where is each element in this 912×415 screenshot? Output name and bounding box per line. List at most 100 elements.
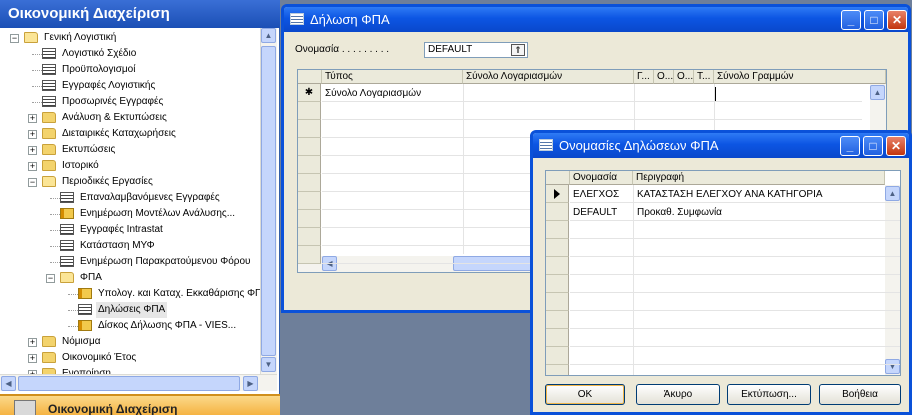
scroll-thumb[interactable]	[261, 46, 276, 356]
name-field[interactable]: DEFAULT ⇑	[424, 42, 528, 58]
row-selector[interactable]	[298, 192, 321, 210]
expand-icon[interactable]: +	[28, 146, 37, 155]
tree-item[interactable]: Λογιστικό Σχέδιο	[0, 46, 260, 62]
tree-item[interactable]: + Διεταιρικές Καταχωρήσεις	[0, 126, 260, 142]
row-selector[interactable]	[546, 257, 569, 275]
row-selector[interactable]	[546, 293, 569, 311]
scroll-up-arrow-icon[interactable]: ▲	[885, 186, 900, 201]
scroll-down-arrow-icon[interactable]: ▼	[885, 359, 900, 374]
column-header-o2[interactable]: Ο...	[674, 70, 694, 84]
tree-vertical-scrollbar[interactable]: ▲ ▼	[260, 28, 277, 374]
cancel-button[interactable]: Άκυρο	[636, 384, 720, 405]
row-selector[interactable]	[546, 329, 569, 347]
row-selector[interactable]	[546, 347, 569, 365]
column-header-name[interactable]: Ονομασία	[570, 171, 633, 185]
tree-item[interactable]: + Οικονομικό Έτος	[0, 350, 260, 366]
row-selector[interactable]	[298, 228, 321, 246]
expand-icon[interactable]: +	[28, 130, 37, 139]
lookup-arrow-icon[interactable]: ⇑	[511, 44, 525, 56]
tree-item[interactable]: Ενημέρωση Μοντέλων Ανάλυσης...	[0, 206, 260, 222]
tree-item[interactable]: Ενημέρωση Παρακρατούμενου Φόρου	[0, 254, 260, 270]
tree-item-label: ΦΠΑ	[80, 272, 102, 283]
row-selector[interactable]	[298, 120, 321, 138]
tree-item[interactable]: + Ενοποίηση	[0, 366, 260, 374]
tree-item[interactable]: Δίσκος Δήλωσης ΦΠΑ - VIES...	[0, 318, 260, 334]
minimize-icon[interactable]: _	[840, 136, 860, 156]
menu-tree[interactable]: − Γενική Λογιστική Λογιστικό Σχέδιο Προϋπολ…	[0, 28, 260, 374]
column-header-type[interactable]: Τύπος	[322, 70, 463, 84]
column-header-account-totaling[interactable]: Σύνολο Λογαριασμών	[463, 70, 634, 84]
scroll-up-arrow-icon[interactable]: ▲	[870, 85, 885, 100]
tree-item[interactable]: Επαναλαμβανόμενες Εγγραφές	[0, 190, 260, 206]
tree-item[interactable]: Προϋπολογισμοί	[0, 62, 260, 78]
tree-item[interactable]: Εγγραφές Λογιστικής	[0, 78, 260, 94]
row-selector[interactable]	[546, 221, 569, 239]
tree-item-label: Εγγραφές Λογιστικής	[62, 80, 156, 91]
close-icon[interactable]: ✕	[886, 136, 906, 156]
expand-icon[interactable]: +	[28, 162, 37, 171]
expand-icon[interactable]: +	[28, 338, 37, 347]
column-header-description[interactable]: Περιγραφή	[633, 171, 885, 185]
tree-item-label: Εγγραφές Intrastat	[80, 224, 163, 235]
tree-item[interactable]: + Ιστορικό	[0, 158, 260, 174]
tree-item[interactable]: + Ανάλυση & Εκτυπώσεις	[0, 110, 260, 126]
tree-item[interactable]: Δηλώσεις ΦΠΑ	[0, 302, 260, 318]
row-selector[interactable]	[546, 365, 569, 375]
navigation-pane-footer-button[interactable]: Οικονομική Διαχείριση	[0, 394, 280, 415]
minimize-icon[interactable]: _	[841, 10, 861, 30]
tree-item[interactable]: Εγγραφές Intrastat	[0, 222, 260, 238]
tree-item[interactable]: + Νόμισμα	[0, 334, 260, 350]
close-icon[interactable]: ✕	[887, 10, 907, 30]
maximize-icon[interactable]: □	[864, 10, 884, 30]
column-header-g[interactable]: Γ...	[634, 70, 654, 84]
row-selector[interactable]	[298, 138, 321, 156]
row-selector[interactable]	[546, 239, 569, 257]
help-button[interactable]: Βοήθεια	[819, 384, 901, 405]
row-selector[interactable]	[298, 102, 321, 120]
tree-item[interactable]: Υπολογ. και Καταχ. Εκκαθάρισης ΦΠΑ	[0, 286, 260, 302]
tree-item[interactable]: − Γενική Λογιστική	[0, 30, 260, 46]
row-selector[interactable]	[546, 311, 569, 329]
tree-item[interactable]: Προσωρινές Εγγραφές	[0, 94, 260, 110]
print-button[interactable]: Εκτύπωση...	[727, 384, 811, 405]
tree-item[interactable]: Κατάσταση ΜΥΦ	[0, 238, 260, 254]
grid-line	[570, 202, 900, 203]
vat-names-grid[interactable]: Ονομασία Περιγραφή ΕΛΕΓΧΟΣ ΚΑΤΑΣΤΑΣΗ ΕΛΕ…	[545, 170, 901, 376]
tree-guide-line	[32, 54, 42, 55]
maximize-icon[interactable]: □	[863, 136, 883, 156]
expand-icon[interactable]: +	[28, 114, 37, 123]
expand-icon[interactable]: +	[28, 354, 37, 363]
row-selector[interactable]	[298, 174, 321, 192]
tree-item-label: Ιστορικό	[62, 160, 99, 171]
ok-button[interactable]: OK	[545, 384, 625, 405]
tree-guide-line	[32, 102, 42, 103]
row-selector[interactable]	[298, 246, 321, 264]
row-selector[interactable]	[546, 203, 569, 221]
tree-guide-line	[32, 86, 42, 87]
scroll-up-arrow-icon[interactable]: ▲	[261, 28, 276, 43]
list-form-icon	[42, 64, 56, 75]
tree-item[interactable]: + Εκτυπώσεις	[0, 142, 260, 158]
collapse-icon[interactable]: −	[28, 178, 37, 187]
scroll-thumb[interactable]	[18, 376, 240, 391]
scroll-down-arrow-icon[interactable]: ▼	[261, 357, 276, 372]
row-selector[interactable]	[546, 185, 569, 203]
tree-item[interactable]: − ΦΠΑ	[0, 270, 260, 286]
row-selector[interactable]: ✱	[298, 84, 321, 102]
row-selector[interactable]	[546, 275, 569, 293]
vat-statement-titlebar[interactable]: Δήλωση ΦΠΑ _ □ ✕	[284, 7, 908, 32]
collapse-icon[interactable]: −	[10, 34, 19, 43]
column-header-o1[interactable]: Ο...	[654, 70, 674, 84]
tree-item[interactable]: − Περιοδικές Εργασίες	[0, 174, 260, 190]
collapse-icon[interactable]: −	[46, 274, 55, 283]
row-selector[interactable]	[298, 210, 321, 228]
scroll-left-arrow-icon[interactable]: ◀	[1, 376, 16, 391]
column-header-row-totaling[interactable]: Σύνολο Γραμμών	[714, 70, 886, 84]
tree-horizontal-scrollbar[interactable]: ◀ ▶	[0, 374, 277, 391]
column-header-t[interactable]: Τ...	[694, 70, 714, 84]
cell-row-totaling[interactable]	[715, 87, 865, 101]
list-form-icon	[60, 256, 74, 267]
scroll-right-arrow-icon[interactable]: ▶	[243, 376, 258, 391]
row-selector[interactable]	[298, 156, 321, 174]
vat-statement-names-titlebar[interactable]: Ονομασίες Δηλώσεων ΦΠΑ _ □ ✕	[533, 133, 909, 158]
